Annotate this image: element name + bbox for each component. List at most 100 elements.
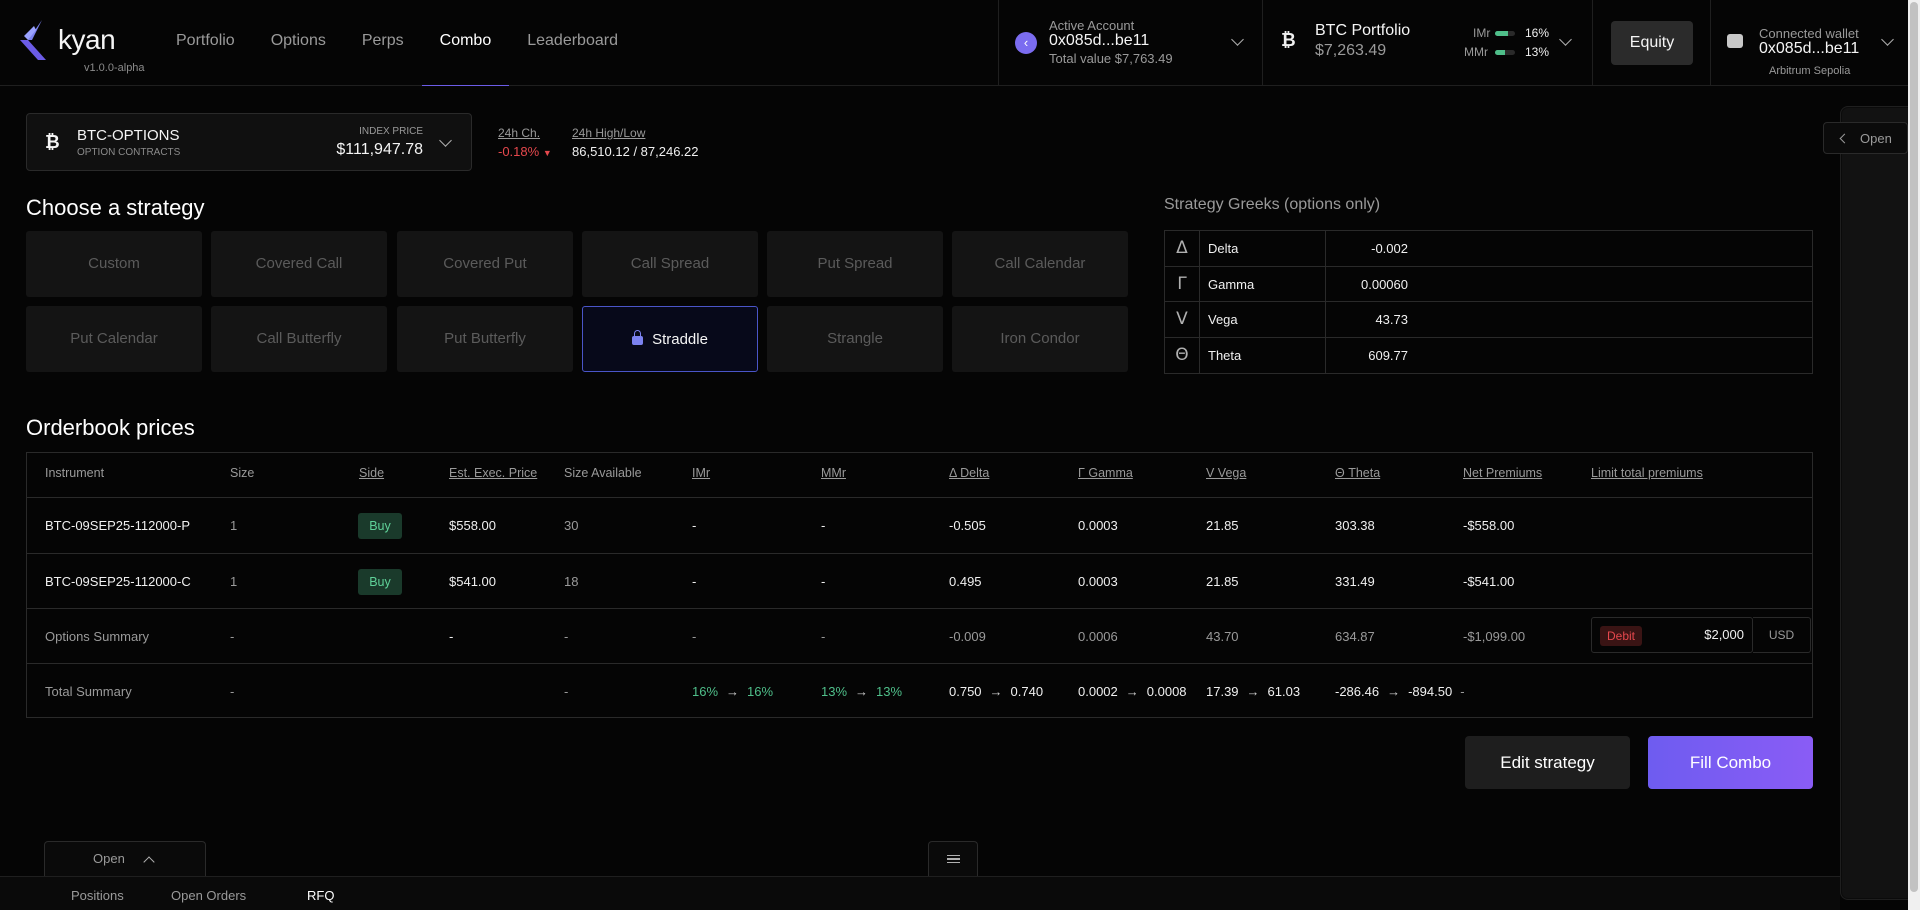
greek-name: Vega <box>1200 302 1326 337</box>
col-imr[interactable]: IMr <box>692 466 710 480</box>
strategy-covered-call[interactable]: Covered Call <box>211 231 387 297</box>
chevron-down-icon[interactable] <box>1559 33 1572 46</box>
orderbook-title: Orderbook prices <box>26 415 195 440</box>
greek-value: 609.77 <box>1368 347 1408 363</box>
total-imr: 16% → 16% <box>692 684 773 699</box>
imr-to: 16% <box>747 684 774 699</box>
side-panel-open-button[interactable]: Open <box>1823 122 1908 154</box>
nav-portfolio[interactable]: Portfolio <box>158 0 253 86</box>
strategy-call-butterfly[interactable]: Call Butterfly <box>211 306 387 372</box>
kyan-logo[interactable]: kyan <box>20 20 116 60</box>
imr-from: 16% <box>692 684 719 699</box>
equity-button[interactable]: Equity <box>1611 21 1693 65</box>
leg-instrument: BTC-09SEP25-112000-C <box>45 574 191 589</box>
delta-symbol-icon: Δ <box>1165 231 1200 266</box>
col-est-price[interactable]: Est. Exec. Price <box>449 466 537 480</box>
mmr-label: MMr <box>1464 45 1488 59</box>
col-limit-premiums[interactable]: Limit total premiums <box>1591 466 1703 480</box>
debit-badge[interactable]: Debit <box>1600 626 1643 646</box>
strategy-call-spread[interactable]: Call Spread <box>582 231 758 297</box>
instrument-subtitle: OPTION CONTRACTS <box>77 147 181 158</box>
leg-vega: 21.85 <box>1206 574 1239 589</box>
strategy-put-butterfly[interactable]: Put Butterfly <box>397 306 573 372</box>
strategy-covered-put[interactable]: Covered Put <box>397 231 573 297</box>
24h-high-low: 24h High/Low 86,510.12 / 87,246.22 <box>572 126 699 159</box>
gamma-to: 0.0008 <box>1146 684 1187 699</box>
strategy-put-calendar[interactable]: Put Calendar <box>26 306 202 372</box>
leg-theta: 331.49 <box>1335 574 1375 589</box>
limit-premium-value[interactable]: $2,000 <box>1704 618 1744 652</box>
imr-bar <box>1495 31 1515 36</box>
tab-rfq[interactable]: RFQ <box>307 888 334 903</box>
strategy-strangle[interactable]: Strangle <box>767 306 943 372</box>
bottom-panel-open-button[interactable]: Open <box>44 841 206 876</box>
24h-change-number: -0.18% <box>498 144 540 159</box>
leg-gamma: 0.0003 <box>1078 574 1118 589</box>
24h-high-low-label: 24h High/Low <box>572 126 646 140</box>
chevron-down-icon[interactable] <box>1881 33 1894 46</box>
col-vega[interactable]: V Vega <box>1206 466 1246 480</box>
active-account-label: Active Account <box>1049 18 1135 33</box>
summary-price: - <box>449 629 454 644</box>
leg-delta: 0.495 <box>949 574 982 589</box>
tab-open-orders[interactable]: Open Orders <box>171 888 246 903</box>
strategy-custom[interactable]: Custom <box>26 231 202 297</box>
col-size-available: Size Available <box>564 466 642 480</box>
leg-instrument: BTC-09SEP25-112000-P <box>45 518 191 533</box>
page-scrollbar[interactable] <box>1908 0 1920 910</box>
down-triangle-icon: ▼ <box>542 148 552 158</box>
instrument-name: BTC-OPTIONS <box>77 127 180 144</box>
chevron-down-icon[interactable] <box>1231 33 1244 46</box>
nav-options[interactable]: Options <box>253 0 344 86</box>
bottom-open-label: Open <box>93 851 125 866</box>
col-theta[interactable]: Θ Theta <box>1335 466 1380 480</box>
theta-to: -894.50 <box>1408 684 1453 699</box>
buy-side-badge[interactable]: Buy <box>358 513 402 539</box>
strategy-straddle-label: Straddle <box>652 331 708 348</box>
gamma-from: 0.0002 <box>1078 684 1118 699</box>
arrow-right-icon: → <box>1387 684 1401 699</box>
nav-perps[interactable]: Perps <box>344 0 422 86</box>
table-row: BTC-09SEP25-112000-C 1 Buy $541.00 18 - … <box>27 554 1812 609</box>
leg-vega: 21.85 <box>1206 518 1239 533</box>
col-net-premiums[interactable]: Net Premiums <box>1463 466 1542 480</box>
24h-change-value: -0.18% ▼ <box>498 144 552 159</box>
strategy-straddle[interactable]: Straddle <box>582 306 758 372</box>
col-mmr[interactable]: MMr <box>821 466 846 480</box>
total-delta: 0.750 → 0.740 <box>949 684 1043 699</box>
chevron-up-icon <box>143 856 155 868</box>
mmr-bar <box>1495 50 1515 55</box>
leg-available: 18 <box>564 574 579 589</box>
strategy-put-spread[interactable]: Put Spread <box>767 231 943 297</box>
leg-size: 1 <box>230 518 238 533</box>
leg-available: 30 <box>564 518 579 533</box>
equity-section: Equity <box>1592 0 1710 86</box>
col-side[interactable]: Side <box>359 466 384 480</box>
bitcoin-icon: ₿ <box>45 132 60 152</box>
instrument-selector[interactable]: ₿ BTC-OPTIONS OPTION CONTRACTS INDEX PRI… <box>26 113 472 171</box>
greeks-table: Δ Delta -0.002 Γ Gamma 0.00060 V Vega 43… <box>1164 230 1813 374</box>
scrollbar-thumb[interactable] <box>1910 2 1918 892</box>
nav-leaderboard[interactable]: Leaderboard <box>509 0 636 86</box>
chevron-down-icon[interactable] <box>439 134 452 147</box>
edit-strategy-button[interactable]: Edit strategy <box>1465 736 1630 789</box>
fill-combo-button[interactable]: Fill Combo <box>1648 736 1813 789</box>
col-size: Size <box>230 466 255 480</box>
strategy-iron-condor[interactable]: Iron Condor <box>952 306 1128 372</box>
greeks-title: Strategy Greeks (options only) <box>1164 196 1381 213</box>
tab-positions[interactable]: Positions <box>71 888 124 903</box>
col-delta[interactable]: Δ Delta <box>949 466 989 480</box>
limit-premium-input[interactable]: Debit $2,000 <box>1591 617 1753 653</box>
col-gamma[interactable]: Γ Gamma <box>1078 466 1133 480</box>
active-account-selector[interactable]: ‹ Active Account 0x085d...be11 Total val… <box>998 0 1262 86</box>
vega-from: 17.39 <box>1206 684 1239 699</box>
side-open-label: Open <box>1860 131 1892 146</box>
strategy-call-calendar[interactable]: Call Calendar <box>952 231 1128 297</box>
arrow-right-icon: → <box>989 684 1003 699</box>
menu-toggle-button[interactable] <box>928 841 978 876</box>
buy-side-badge[interactable]: Buy <box>358 569 402 595</box>
nav-combo[interactable]: Combo <box>421 0 510 86</box>
summary-delta: -0.009 <box>949 629 986 644</box>
btc-portfolio-selector[interactable]: ₿ BTC Portfolio $7,263.49 IMr 16% MMr 13… <box>1262 0 1592 86</box>
connected-wallet-selector[interactable]: Connected wallet 0x085d...be11 Arbitrum … <box>1710 0 1908 86</box>
